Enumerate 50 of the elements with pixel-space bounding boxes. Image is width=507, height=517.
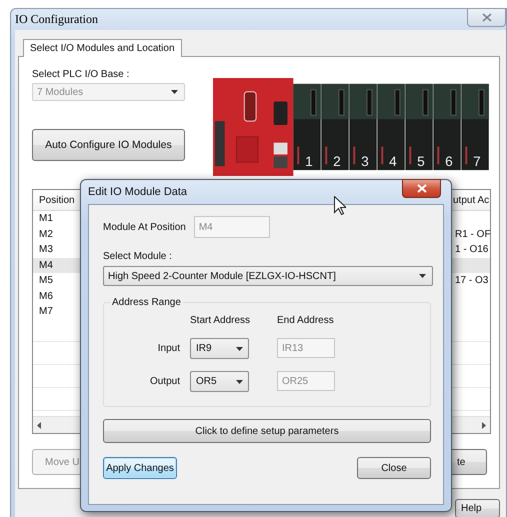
mouse-pointer-icon	[334, 196, 346, 215]
table-cell-text: M2	[38, 228, 54, 240]
slot-number: 4	[388, 154, 397, 170]
field-label: Module At Position	[103, 222, 186, 232]
close-icon	[416, 184, 426, 193]
slot-number: 7	[472, 154, 481, 170]
table-cell-text: M7	[38, 306, 54, 318]
action-button[interactable]: te	[449, 449, 487, 475]
table-cell: R1 - OF	[455, 228, 490, 240]
start-address-dropdown[interactable]: IR9	[190, 338, 249, 359]
table-cell-text: 17 - O3	[455, 275, 490, 286]
tab[interactable]: Select I/O Modules and Location	[23, 39, 182, 57]
column-label: End Address	[277, 315, 335, 326]
slot-number: 6	[444, 154, 453, 170]
module-dropdown[interactable]: High Speed 2-Counter Module [EZLGX-IO-HSCNT]	[103, 266, 433, 286]
dialog-button[interactable]: Close	[357, 457, 431, 479]
scroll-left-icon	[37, 422, 41, 428]
dropdown-arrow-icon	[236, 380, 243, 384]
slot-number: 5	[416, 154, 425, 170]
window-title: IO Configuration	[15, 12, 98, 27]
slot-number: 2	[332, 154, 340, 170]
slot-number: 3	[360, 154, 369, 170]
field-label: Output	[150, 376, 180, 387]
table-cell-text: 1 - O16	[455, 244, 490, 256]
table-cell-text: M3	[38, 244, 54, 256]
dropdown-arrow-icon	[236, 346, 243, 350]
dropdown-arrow-icon	[170, 90, 178, 94]
group-title: Address Range	[111, 297, 182, 308]
table-cell-text: M1	[38, 213, 54, 224]
scroll-right-icon	[482, 422, 486, 428]
dialog-button[interactable]: Apply Changes	[103, 457, 177, 479]
slot-number: 1	[304, 154, 312, 170]
setup-parameters-button[interactable]: Click to define setup parameters	[103, 419, 431, 443]
field-label: Select PLC I/O Base :	[32, 69, 130, 80]
field-label: Select Module :	[103, 251, 173, 262]
field-label: Input	[158, 343, 180, 354]
table-cell-text: M5	[38, 275, 54, 286]
dropdown-arrow-icon	[419, 274, 426, 278]
dialog-title: Edit IO Module Data	[88, 185, 188, 200]
close-icon	[482, 13, 492, 22]
close-button[interactable]	[467, 8, 506, 27]
table-cell-text: M4	[38, 260, 54, 271]
table-cell-text: M6	[38, 290, 54, 302]
help-button[interactable]: Help	[455, 499, 500, 517]
auto-configure-button[interactable]: Auto Configure IO Modules	[32, 129, 185, 161]
dialog-close-button[interactable]	[402, 179, 441, 198]
column-header[interactable]: Position	[33, 194, 81, 206]
column-header[interactable]: utput Ac	[453, 194, 490, 206]
column-label: Start Address	[190, 315, 252, 326]
start-address-dropdown[interactable]: OR5	[190, 371, 249, 392]
